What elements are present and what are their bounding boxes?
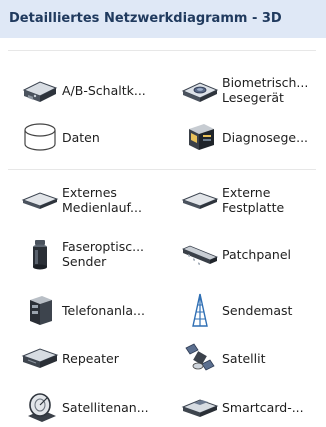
shape-ab-switch[interactable]: A/B-Schaltk... bbox=[18, 72, 146, 108]
shape-phone-system[interactable]: Telefonanla... bbox=[18, 292, 145, 328]
shape-diagnostic-device[interactable]: Diagnosege... bbox=[178, 119, 308, 155]
shape-label: Externe Festplatte bbox=[222, 185, 285, 215]
diagnostic-device-icon bbox=[178, 119, 222, 155]
external-hard-drive-icon bbox=[178, 182, 222, 218]
shape-label: Daten bbox=[62, 129, 100, 145]
shape-label: A/B-Schaltk... bbox=[62, 82, 146, 98]
shape-label: Biometrisch... Lesegerät bbox=[222, 75, 309, 105]
shape-data[interactable]: Daten bbox=[18, 119, 100, 155]
shape-label: Smartcard-... bbox=[222, 399, 304, 415]
shape-satellite[interactable]: Satellit bbox=[178, 340, 266, 376]
shape-external-hard-drive[interactable]: Externe Festplatte bbox=[178, 180, 284, 220]
shape-label: Patchpanel bbox=[222, 246, 292, 262]
ab-switch-icon bbox=[18, 72, 62, 108]
shape-label: Diagnosege... bbox=[222, 129, 309, 145]
shape-label: Telefonanla... bbox=[62, 302, 145, 318]
satellite-dish-icon bbox=[18, 389, 62, 425]
fiber-optic-transmitter-icon bbox=[18, 236, 62, 272]
shape-external-media-drive[interactable]: Externes Medienlauf... bbox=[18, 180, 142, 220]
patch-panel-icon bbox=[178, 236, 222, 272]
shape-biometric-reader[interactable]: Biometrisch... Lesegerät bbox=[178, 66, 308, 114]
shape-repeater[interactable]: Repeater bbox=[18, 340, 119, 376]
biometric-reader-icon bbox=[178, 72, 222, 108]
shape-label: Satellit bbox=[222, 350, 266, 366]
section-divider bbox=[8, 50, 316, 51]
shape-smartcard-reader[interactable]: Smartcard-... bbox=[178, 389, 304, 425]
external-media-drive-icon bbox=[18, 182, 62, 218]
shape-satellite-dish[interactable]: Satellitenan... bbox=[18, 389, 149, 425]
phone-system-icon bbox=[18, 292, 62, 328]
stencil-title: Detailliertes Netzwerkdiagramm - 3D bbox=[0, 0, 326, 38]
data-store-icon bbox=[18, 119, 62, 155]
shape-fiber-optic-transmitter[interactable]: Faseroptisc... Sender bbox=[18, 234, 144, 274]
smartcard-reader-icon bbox=[178, 389, 222, 425]
shape-patch-panel[interactable]: Patchpanel bbox=[178, 236, 291, 272]
shape-label: Faseroptisc... Sender bbox=[62, 239, 145, 269]
shape-label: Repeater bbox=[62, 350, 119, 366]
stencil-panel: Detailliertes Netzwerkdiagramm - 3D A/B-… bbox=[0, 0, 326, 427]
shape-radio-tower[interactable]: Sendemast bbox=[178, 292, 292, 328]
repeater-icon bbox=[18, 340, 62, 376]
section-divider bbox=[8, 169, 316, 170]
radio-tower-icon bbox=[178, 292, 222, 328]
shape-label: Externes Medienlauf... bbox=[62, 185, 142, 215]
shape-label: Sendemast bbox=[222, 302, 293, 318]
satellite-icon bbox=[178, 340, 222, 376]
shape-label: Satellitenan... bbox=[62, 399, 149, 415]
